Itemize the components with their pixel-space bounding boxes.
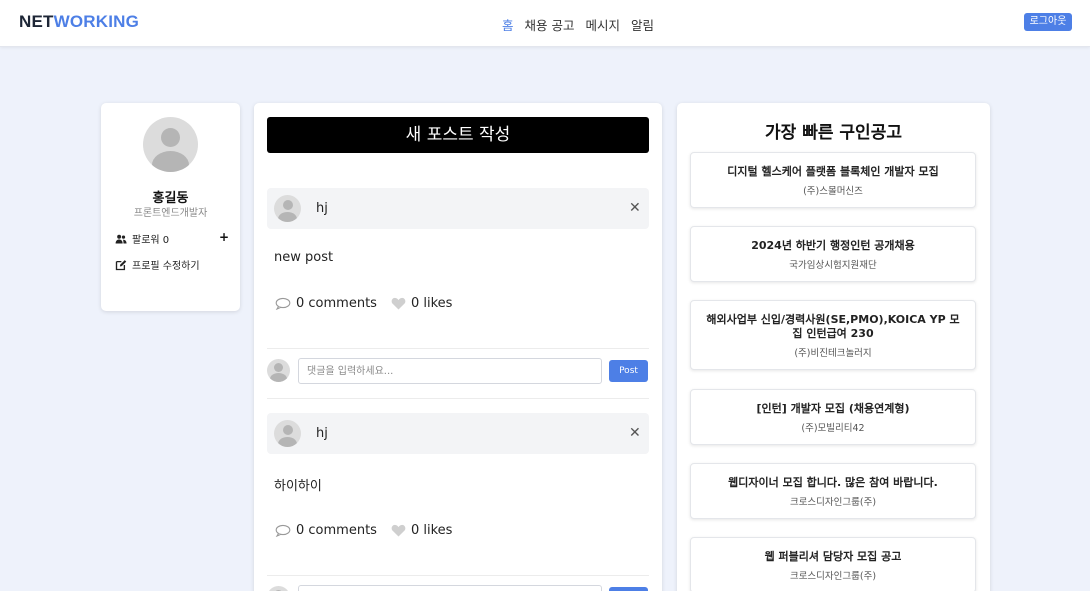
profile-avatar [143, 117, 198, 172]
job-company: (주)모빌리티42 [801, 423, 865, 434]
likes-count: 0 likes [410, 296, 453, 311]
post-comment-button[interactable]: Post [609, 360, 648, 382]
comment-row: Post [267, 358, 649, 384]
likes-count: 0 likes [410, 523, 453, 538]
heart-icon [391, 297, 406, 310]
logo-part-working: WORKING [53, 12, 140, 31]
avatar-head [161, 128, 180, 147]
followers-label: 팔로워 0 [132, 235, 170, 246]
job-item[interactable]: 웹 퍼블리셔 담당자 모집 공고 크로스디자인그룹(주) [690, 537, 976, 591]
post-stats: 0 comments 0 likes [275, 296, 452, 311]
users-icon [115, 234, 127, 243]
post-content: 하이하이 [274, 479, 322, 494]
author-avatar[interactable] [274, 420, 301, 447]
avatar-body [278, 212, 297, 222]
avatar-head [283, 200, 293, 210]
top-navbar: NETWORKING 홈 채용 공고 메시지 알림 로그아웃 [0, 0, 1090, 47]
job-item[interactable]: 해외사업부 신입/경력사원(SE,PMO),KOICA YP 모집 인턴급여 2… [690, 300, 976, 370]
edit-profile-label: 프로필 수정하기 [132, 261, 200, 272]
logo[interactable]: NETWORKING [19, 12, 139, 32]
edit-profile-link[interactable]: 프로필 수정하기 [115, 257, 200, 272]
feed-card: 새 포스트 작성 hj ✕ new post 0 comments 0 like… [254, 103, 662, 591]
author-avatar[interactable] [274, 195, 301, 222]
divider [267, 575, 649, 576]
job-title: 2024년 하반기 행정인턴 공개채용 [751, 239, 915, 252]
avatar-body [152, 151, 189, 172]
delete-post-icon[interactable]: ✕ [629, 425, 641, 441]
add-follower-button[interactable]: + [219, 230, 229, 244]
avatar-head [283, 425, 293, 435]
comment-icon [275, 524, 291, 537]
comments-count: 0 comments [296, 296, 377, 311]
profile-card: 홍길동 프론트엔드개발자 팔로워 0 + 프로필 수정하기 [101, 103, 240, 311]
job-title: 웹디자이너 모집 합니다. 많은 참여 바랍니다. [728, 476, 938, 489]
nav-jobs[interactable]: 채용 공고 [525, 15, 575, 34]
comments-count: 0 comments [296, 523, 377, 538]
job-company: (주)비진테크놀러지 [794, 348, 872, 359]
followers-row[interactable]: 팔로워 0 [115, 231, 169, 246]
edit-icon [115, 259, 127, 270]
post-content: new post [274, 250, 334, 265]
nav-home[interactable]: 홈 [502, 15, 514, 34]
logout-button[interactable]: 로그아웃 [1024, 13, 1072, 31]
comment-input[interactable] [298, 585, 602, 591]
job-title: 디지털 헬스케어 플랫폼 블록체인 개발자 모집 [727, 165, 939, 178]
new-post-button[interactable]: 새 포스트 작성 [267, 117, 649, 153]
post-author[interactable]: hj [316, 201, 328, 216]
job-item[interactable]: [인턴] 개발자 모집 (채용연계형) (주)모빌리티42 [690, 389, 976, 445]
divider [267, 348, 649, 349]
job-company: 국가임상시험지원재단 [789, 260, 877, 271]
likes-button[interactable]: 0 likes [391, 523, 452, 538]
comment-icon [275, 297, 291, 310]
post-header: hj ✕ [267, 188, 649, 229]
jobs-title: 가장 빠른 구인공고 [765, 123, 902, 143]
nav-messages[interactable]: 메시지 [586, 15, 621, 34]
job-title: 해외사업부 신입/경력사원(SE,PMO),KOICA YP 모집 인턴급여 2… [706, 313, 960, 340]
comments-button[interactable]: 0 comments [275, 296, 377, 311]
job-item[interactable]: 2024년 하반기 행정인턴 공개채용 국가임상시험지원재단 [690, 226, 976, 282]
nav-notifications[interactable]: 알림 [631, 15, 654, 34]
profile-role: 프론트엔드개발자 [133, 208, 208, 219]
main-nav: 홈 채용 공고 메시지 알림 [502, 15, 654, 34]
logo-part-net: NET [19, 12, 54, 31]
job-title: 웹 퍼블리셔 담당자 모집 공고 [764, 550, 902, 563]
avatar-body [278, 437, 297, 447]
avatar-body [270, 373, 287, 382]
job-item[interactable]: 웹디자이너 모집 합니다. 많은 참여 바랍니다. 크로스디자인그룹(주) [690, 463, 976, 519]
commenter-avatar [267, 586, 290, 591]
commenter-avatar [267, 359, 290, 382]
job-title: [인턴] 개발자 모집 (채용연계형) [756, 402, 910, 415]
comments-button[interactable]: 0 comments [275, 523, 377, 538]
job-company: 크로스디자인그룹(주) [789, 497, 877, 508]
job-item[interactable]: 디지털 헬스케어 플랫폼 블록체인 개발자 모집 (주)스몰머신즈 [690, 152, 976, 208]
post-author[interactable]: hj [316, 426, 328, 441]
delete-post-icon[interactable]: ✕ [629, 200, 641, 216]
comment-input[interactable] [298, 358, 602, 384]
likes-button[interactable]: 0 likes [391, 296, 452, 311]
comment-row: Post [267, 585, 649, 591]
post-header: hj ✕ [267, 413, 649, 454]
jobs-card: 가장 빠른 구인공고 디지털 헬스케어 플랫폼 블록체인 개발자 모집 (주)스… [677, 103, 990, 591]
post-comment-button[interactable]: Post [609, 587, 648, 591]
job-company: 크로스디자인그룹(주) [789, 571, 877, 582]
heart-icon [391, 524, 406, 537]
divider [267, 398, 649, 399]
job-company: (주)스몰머신즈 [803, 186, 863, 197]
post-stats: 0 comments 0 likes [275, 523, 452, 538]
avatar-head [274, 363, 283, 372]
